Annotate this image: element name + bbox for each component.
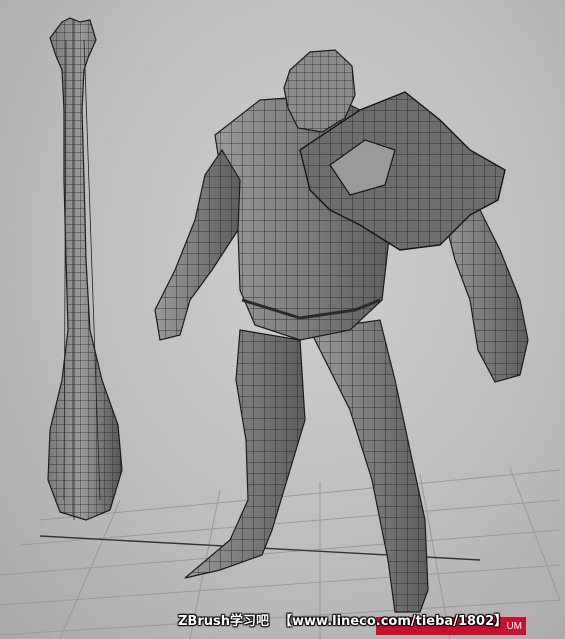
3d-viewport[interactable]: ZBrush学习吧 【www.lineco.com/tieba/1802】 UM — [0, 0, 565, 639]
ogre-mesh[interactable] — [154, 49, 529, 613]
club-mesh[interactable] — [47, 17, 123, 521]
viewport-scene — [0, 17, 561, 639]
watermark-brand: ZBrush学习吧 — [178, 613, 269, 629]
watermark-url: 【www.lineco.com/tieba/1802】 — [279, 613, 508, 629]
watermark: ZBrush学习吧 【www.lineco.com/tieba/1802】 — [178, 607, 508, 631]
corner-stamp-text: UM — [506, 620, 522, 632]
